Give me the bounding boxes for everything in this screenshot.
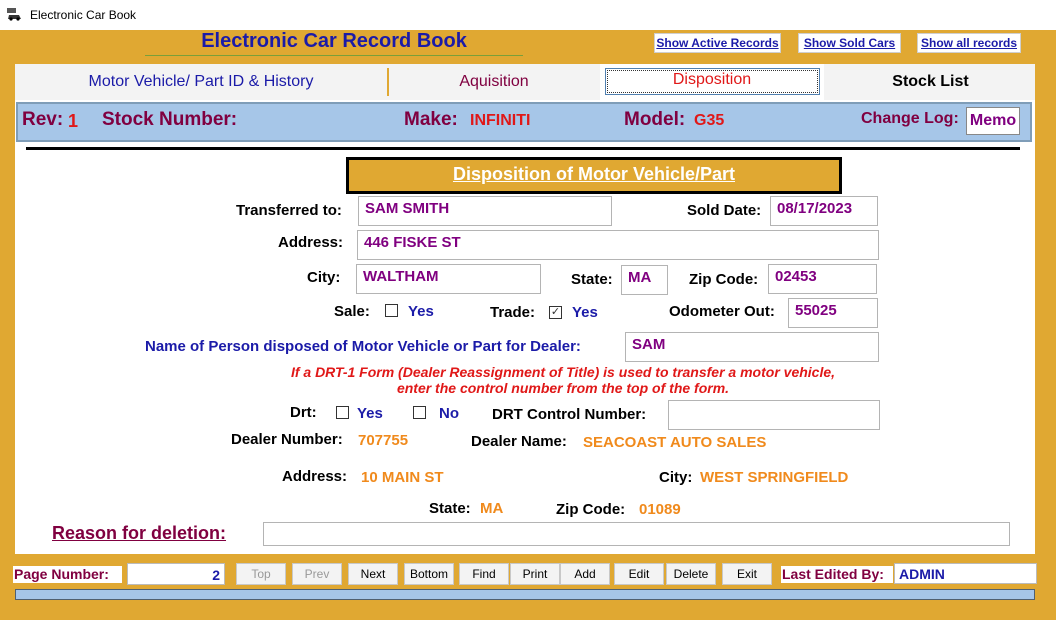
print-button[interactable]: Print [510,563,560,585]
show-active-records-button[interactable]: Show Active Records [654,33,781,53]
trade-yes-label: Yes [572,304,598,321]
odometer-out-field[interactable]: 55025 [788,298,878,328]
drt-note-line1: If a DRT-1 Form (Dealer Reassignment of … [290,364,836,380]
dealer-city-value: WEST SPRINGFIELD [700,469,849,486]
app-title: Electronic Car Record Book [145,30,523,56]
dealer-name-label: Dealer Name: [471,433,567,450]
show-sold-cars-button[interactable]: Show Sold Cars [798,33,901,53]
trade-label: Trade: [490,304,536,321]
dealer-zip-value: 01089 [639,501,681,518]
stock-number-label: Stock Number: [102,109,238,130]
exit-button[interactable]: Exit [722,563,772,585]
change-log-label: Change Log: [861,110,959,127]
address-field[interactable]: 446 FISKE ST [357,230,879,260]
person-disposed-label: Name of Person disposed of Motor Vehicle… [145,338,581,355]
dealer-zip-label: Zip Code: [556,501,626,518]
drt-label: Drt: [290,404,317,421]
show-all-records-button[interactable]: Show all records [917,33,1021,53]
section-title: Disposition of Motor Vehicle/Part [346,157,842,194]
city-field[interactable]: WALTHAM [356,264,541,294]
drt-yes-label: Yes [357,405,383,422]
person-disposed-field[interactable]: SAM [625,332,879,362]
trade-checkbox[interactable]: ✓ [549,306,562,319]
make-label: Make: [404,109,458,130]
state-label: State: [571,271,613,288]
dealer-state-label: State: [429,500,471,517]
model-label: Model: [624,109,686,130]
address-label: Address: [278,234,344,251]
dealer-address-label: Address: [282,468,348,485]
dealer-state-value: MA [480,500,504,517]
dealer-name-value: SEACOAST AUTO SALES [583,434,767,451]
drt-control-number-field[interactable] [668,400,880,430]
transferred-to-field[interactable]: SAM SMITH [358,196,612,226]
sale-yes-label: Yes [408,303,434,320]
memo-button[interactable]: Memo [966,107,1020,135]
app-car-icon [6,7,22,21]
last-edited-field: ADMIN [894,563,1037,584]
next-button[interactable]: Next [348,563,398,585]
page-number-label: Page Number: [13,566,122,583]
model-value: G35 [694,112,725,129]
tab-aquisition[interactable]: Aquisition [389,64,599,100]
drt-yes-checkbox[interactable] [336,406,349,419]
dealer-address-value: 10 MAIN ST [361,469,444,486]
divider-rule [26,147,1020,150]
odometer-out-label: Odometer Out: [669,303,775,320]
sale-checkbox[interactable] [385,304,398,317]
status-bar [15,589,1035,600]
edit-button[interactable]: Edit [614,563,664,585]
zip-code-field[interactable]: 02453 [768,264,877,294]
sold-date-label: Sold Date: [687,202,762,219]
reason-for-deletion-field[interactable] [263,522,1010,546]
drt-no-label: No [439,405,459,422]
page-number-field[interactable]: 2 [127,563,225,585]
reason-for-deletion-label: Reason for deletion: [52,523,227,543]
find-button[interactable]: Find [459,563,509,585]
dealer-number-label: Dealer Number: [231,431,343,448]
tab-disposition[interactable]: Disposition [600,64,824,100]
rev-label: Rev: [22,109,64,130]
top-button[interactable]: Top [236,563,286,585]
dealer-city-label: City: [659,469,693,486]
sale-label: Sale: [334,303,370,320]
last-edited-label: Last Edited By: [781,566,893,583]
drt-control-number-label: DRT Control Number: [492,406,647,423]
add-button[interactable]: Add [560,563,610,585]
city-label: City: [307,269,341,286]
bottom-button[interactable]: Bottom [404,563,454,585]
tab-disposition-label: Disposition [672,71,752,88]
prev-button[interactable]: Prev [292,563,342,585]
state-field[interactable]: MA [621,265,668,295]
drt-no-checkbox[interactable] [413,406,426,419]
sold-date-field[interactable]: 08/17/2023 [770,196,878,226]
rev-value: 1 [68,111,79,131]
drt-note-line2: enter the control number from the top of… [396,380,730,396]
transferred-to-label: Transferred to: [236,202,342,219]
window-titlebar: Electronic Car Book [0,0,1056,30]
delete-button[interactable]: Delete [666,563,716,585]
window-title: Electronic Car Book [30,8,137,22]
dealer-number-value: 707755 [358,432,409,449]
zip-code-label: Zip Code: [689,271,759,288]
make-value: INFINITI [470,112,531,129]
tab-vehicle-id-history[interactable]: Motor Vehicle/ Part ID & History [15,64,387,100]
tab-stock-list[interactable]: Stock List [826,64,1035,100]
